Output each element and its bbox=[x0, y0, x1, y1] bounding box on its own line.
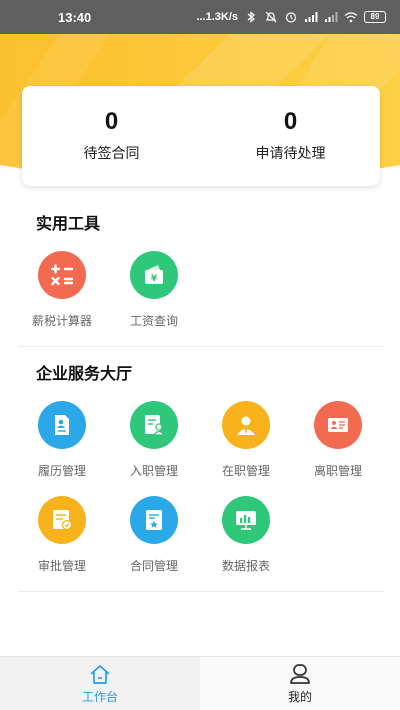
report-icon bbox=[222, 496, 270, 544]
nav-tab-mine[interactable]: 我的 bbox=[200, 657, 400, 710]
bluetooth-icon bbox=[247, 11, 256, 23]
stat-pending-contracts[interactable]: 0 待签合同 bbox=[22, 86, 201, 186]
employee-icon bbox=[222, 401, 270, 449]
battery-icon: 89 bbox=[364, 11, 386, 23]
signal-2-icon bbox=[325, 12, 338, 22]
service-approval-management[interactable]: 审批管理 bbox=[17, 496, 107, 574]
status-icons: ...1.3K/s 89 bbox=[196, 11, 386, 23]
section-title-services: 企业服务大厅 bbox=[36, 364, 133, 383]
svg-text:¥: ¥ bbox=[151, 274, 158, 284]
service-resume-management[interactable]: 履历管理 bbox=[17, 401, 107, 479]
service-resignation-management[interactable]: 离职管理 bbox=[293, 401, 383, 479]
stat-pending-applications[interactable]: 0 申请待处理 bbox=[201, 86, 380, 186]
wallet-icon: ¥ bbox=[130, 251, 178, 299]
service-data-report[interactable]: 数据报表 bbox=[201, 496, 291, 574]
stat-value: 0 bbox=[104, 107, 119, 135]
bottom-navigation: 工作台 我的 bbox=[0, 656, 400, 710]
tool-salary-query[interactable]: ¥ 工资查询 bbox=[109, 251, 199, 329]
stat-value: 0 bbox=[283, 107, 298, 135]
signal-1-icon bbox=[305, 12, 318, 22]
tool-tax-calculator[interactable]: 薪税计算器 bbox=[17, 251, 107, 329]
tool-label: 数据报表 bbox=[221, 559, 270, 573]
status-bar: 13:40 ...1.3K/s 89 bbox=[0, 0, 400, 34]
tool-label: 入职管理 bbox=[129, 464, 178, 478]
stats-card: 0 待签合同 0 申请待处理 bbox=[22, 86, 380, 186]
home-icon bbox=[90, 664, 110, 684]
status-time: 13:40 bbox=[58, 9, 92, 25]
section-title-tools: 实用工具 bbox=[36, 214, 101, 233]
tool-label: 工资查询 bbox=[129, 314, 178, 328]
tool-label: 离职管理 bbox=[313, 464, 362, 478]
divider bbox=[18, 346, 384, 347]
tool-label: 合同管理 bbox=[129, 559, 178, 573]
service-onboarding-management[interactable]: 入职管理 bbox=[109, 401, 199, 479]
network-speed: ...1.3K/s bbox=[196, 11, 238, 23]
tool-label: 在职管理 bbox=[221, 464, 270, 478]
resume-icon bbox=[38, 401, 86, 449]
approval-icon bbox=[38, 496, 86, 544]
tool-label: 审批管理 bbox=[37, 559, 86, 573]
nav-label: 我的 bbox=[287, 689, 312, 704]
contract-icon bbox=[130, 496, 178, 544]
wifi-icon bbox=[344, 12, 358, 23]
resignation-icon bbox=[314, 401, 362, 449]
tool-label: 履历管理 bbox=[37, 464, 86, 478]
profile-icon bbox=[290, 663, 310, 684]
stat-label: 申请待处理 bbox=[255, 146, 326, 163]
stat-label: 待签合同 bbox=[83, 146, 140, 163]
service-employee-management[interactable]: 在职管理 bbox=[201, 401, 291, 479]
divider bbox=[18, 591, 384, 592]
alarm-icon bbox=[285, 12, 297, 23]
onboarding-icon bbox=[130, 401, 178, 449]
nav-label: 工作台 bbox=[81, 689, 118, 704]
mute-icon bbox=[265, 11, 277, 23]
service-contract-management[interactable]: 合同管理 bbox=[109, 496, 199, 574]
nav-tab-workbench[interactable]: 工作台 bbox=[0, 657, 200, 710]
calculator-icon bbox=[38, 251, 86, 299]
tool-label: 薪税计算器 bbox=[31, 314, 92, 328]
